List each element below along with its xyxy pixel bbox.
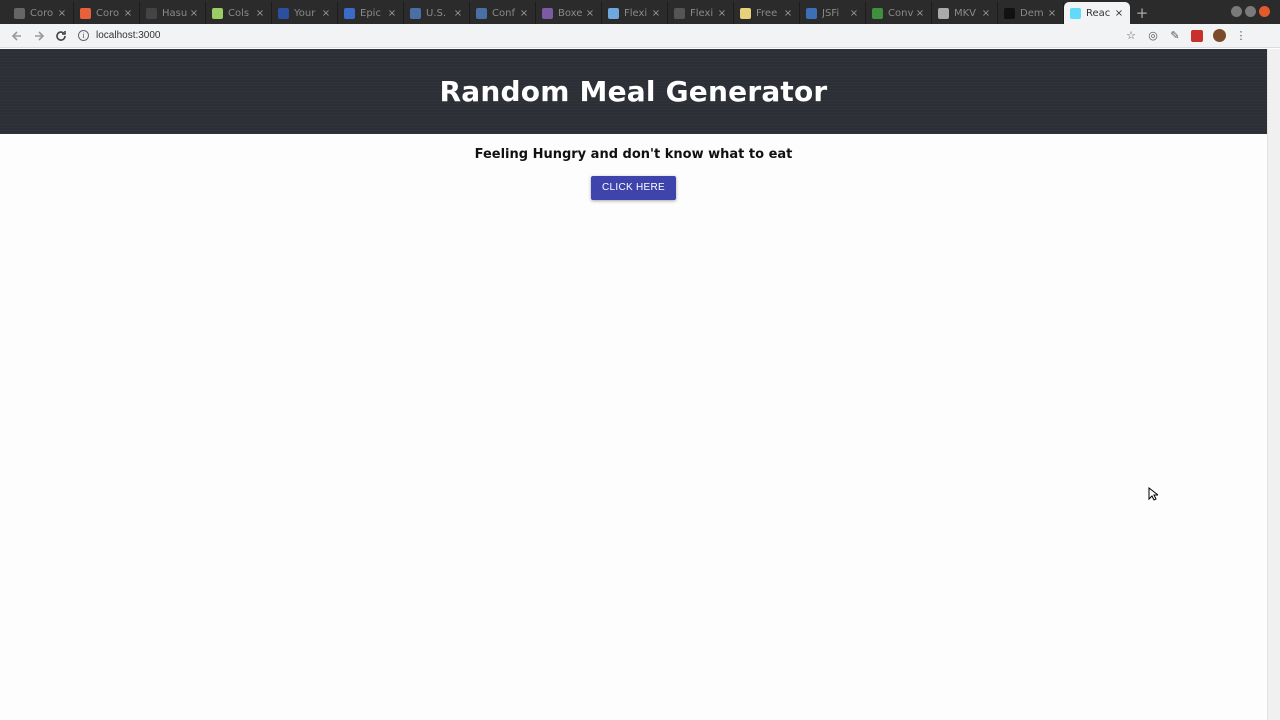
tab-favicon-icon	[344, 7, 355, 19]
profile-avatar-icon[interactable]	[1212, 29, 1226, 43]
tab-title: Coro	[30, 7, 54, 19]
tab-title: Conf	[492, 7, 515, 19]
menu-kebab-icon[interactable]: ⋮	[1234, 29, 1248, 43]
tab-title: Conv	[888, 7, 914, 19]
browser-tab[interactable]: MKV ×	[932, 2, 998, 24]
new-tab-button[interactable]: +	[1130, 2, 1154, 24]
tab-close-icon[interactable]: ×	[651, 8, 661, 19]
browser-tab[interactable]: Flexi ×	[668, 2, 734, 24]
browser-tab[interactable]: Coro ×	[8, 2, 74, 24]
url-text: localhost:3000	[96, 30, 161, 41]
browser-tab[interactable]: Cols ×	[206, 2, 272, 24]
close-window-button[interactable]	[1259, 6, 1270, 17]
tab-favicon-icon	[806, 7, 817, 19]
browser-tab[interactable]: Your ×	[272, 2, 338, 24]
extension-tools-icon[interactable]: ✎	[1168, 29, 1182, 43]
browser-tab[interactable]: JSFi ×	[800, 2, 866, 24]
address-bar[interactable]: i localhost:3000	[72, 26, 1124, 46]
tab-close-icon[interactable]: ×	[189, 8, 199, 19]
browser-tab-strip: Coro × Coro × Hasu × Cols × Your × Epic × U.S. × Conf ×…	[0, 0, 1280, 24]
tab-favicon-icon	[14, 7, 25, 19]
tab-favicon-icon	[1070, 7, 1081, 19]
tab-favicon-icon	[80, 7, 91, 19]
window-controls	[1231, 6, 1270, 17]
browser-tab[interactable]: Boxe ×	[536, 2, 602, 24]
tab-title: Your	[294, 7, 316, 19]
tab-close-icon[interactable]: ×	[387, 8, 397, 19]
browser-toolbar: i localhost:3000 ☆ ◎ ✎ ⋮	[0, 24, 1280, 48]
extension-icon[interactable]: ◎	[1146, 29, 1160, 43]
tab-favicon-icon	[1004, 7, 1015, 19]
extension-red-icon[interactable]	[1190, 29, 1204, 43]
tab-close-icon[interactable]: ×	[717, 8, 727, 19]
page-title: Random Meal Generator	[439, 75, 828, 108]
back-button[interactable]	[6, 25, 28, 47]
tab-close-icon[interactable]: ×	[915, 8, 925, 19]
browser-tab[interactable]: Hasu ×	[140, 2, 206, 24]
tab-title: Dem	[1020, 7, 1044, 19]
tab-close-icon[interactable]: ×	[1114, 8, 1124, 19]
browser-tab[interactable]: U.S. ×	[404, 2, 470, 24]
tab-title: Free	[756, 7, 778, 19]
tab-favicon-icon	[146, 7, 157, 19]
tab-close-icon[interactable]: ×	[585, 8, 595, 19]
browser-tab[interactable]: Conv ×	[866, 2, 932, 24]
arrow-right-icon	[35, 30, 45, 41]
tab-favicon-icon	[938, 7, 949, 19]
tab-close-icon[interactable]: ×	[453, 8, 463, 19]
tab-close-icon[interactable]: ×	[57, 8, 67, 19]
tab-title: Flexi	[690, 7, 714, 19]
browser-tab[interactable]: Free ×	[734, 2, 800, 24]
tab-title: Epic	[360, 7, 381, 19]
click-here-button[interactable]: CLICK HERE	[590, 176, 676, 200]
tab-close-icon[interactable]: ×	[1047, 8, 1057, 19]
browser-tab[interactable]: Coro ×	[74, 2, 140, 24]
tab-favicon-icon	[872, 7, 883, 19]
tab-favicon-icon	[410, 7, 421, 19]
tab-title: JSFi	[822, 7, 840, 19]
page-viewport: Random Meal Generator Feeling Hungry and…	[0, 49, 1267, 720]
browser-tab[interactable]: Flexi ×	[602, 2, 668, 24]
info-icon[interactable]: i	[78, 30, 89, 41]
tab-close-icon[interactable]: ×	[981, 8, 991, 19]
browser-tab[interactable]: Conf ×	[470, 2, 536, 24]
prompt-text: Feeling Hungry and don't know what to ea…	[474, 147, 793, 162]
tab-title: Coro	[96, 7, 120, 19]
page-scrollbar[interactable]	[1267, 49, 1280, 720]
tab-title: MKV	[954, 7, 977, 19]
minimize-button[interactable]	[1231, 6, 1242, 17]
browser-tab[interactable]: Reac ×	[1064, 2, 1130, 24]
mouse-cursor-icon	[1148, 487, 1158, 501]
tab-title: Boxe	[558, 7, 583, 19]
tab-title: Reac	[1086, 7, 1111, 19]
tab-favicon-icon	[476, 7, 487, 19]
arrow-left-icon	[11, 30, 21, 41]
tab-favicon-icon	[740, 7, 751, 19]
browser-tab[interactable]: Epic ×	[338, 2, 404, 24]
tab-close-icon[interactable]: ×	[123, 8, 133, 19]
tab-favicon-icon	[542, 7, 553, 19]
reload-icon	[56, 30, 66, 41]
tab-list: Coro × Coro × Hasu × Cols × Your × Epic × U.S. × Conf ×…	[8, 2, 1130, 24]
tab-favicon-icon	[608, 7, 619, 19]
tab-close-icon[interactable]: ×	[783, 8, 793, 19]
browser-tab[interactable]: Dem ×	[998, 2, 1064, 24]
tab-title: Flexi	[624, 7, 648, 19]
tab-close-icon[interactable]: ×	[519, 8, 529, 19]
tab-favicon-icon	[278, 7, 289, 19]
tab-title: U.S.	[426, 7, 447, 19]
tab-close-icon[interactable]: ×	[849, 8, 859, 19]
tab-title: Hasu	[162, 7, 188, 19]
bookmark-star-icon[interactable]: ☆	[1124, 29, 1138, 43]
forward-button[interactable]	[28, 25, 50, 47]
reload-button[interactable]	[50, 25, 72, 47]
tab-favicon-icon	[674, 7, 685, 19]
tab-favicon-icon	[212, 7, 223, 19]
tab-title: Cols	[228, 7, 250, 19]
page-header: Random Meal Generator	[0, 49, 1267, 134]
tab-close-icon[interactable]: ×	[321, 8, 331, 19]
maximize-button[interactable]	[1245, 6, 1256, 17]
tab-close-icon[interactable]: ×	[255, 8, 265, 19]
